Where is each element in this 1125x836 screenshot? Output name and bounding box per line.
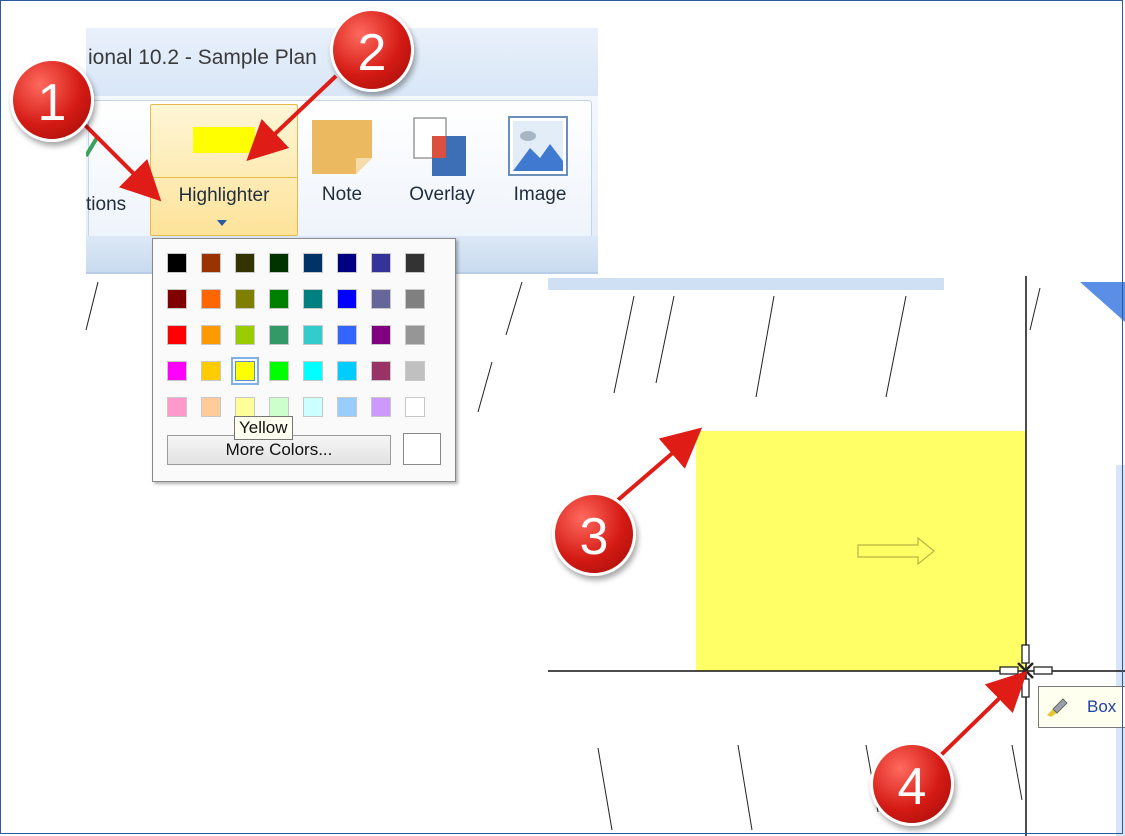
screenshot-frame (0, 0, 1123, 834)
plan-canvas[interactable]: Box ional 10.2 - Sample Plan tions Highl… (0, 0, 1125, 836)
